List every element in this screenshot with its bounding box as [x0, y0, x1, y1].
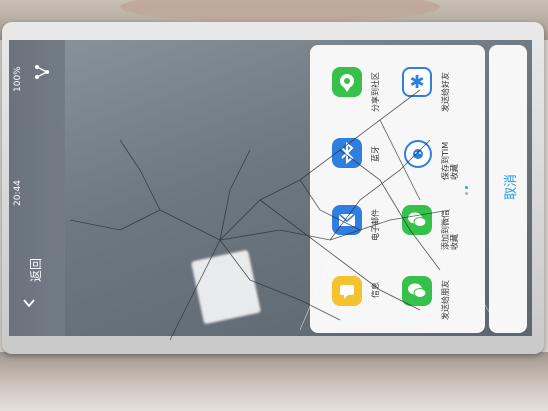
share-target-label: 发送给朋友 [441, 280, 450, 320]
back-arrow-icon[interactable] [22, 296, 36, 310]
chat-bubble-pin-icon [332, 67, 362, 97]
page-dot-active [465, 186, 468, 189]
photo-background-bottom [0, 352, 548, 411]
tim-icon [404, 140, 432, 168]
share-target-label: 添加到微信 收藏 [441, 210, 459, 250]
share-target-label: 电子邮件 [371, 209, 380, 241]
wechat-icon [402, 276, 432, 306]
asterisk-icon: ✱ [402, 67, 432, 97]
share-target-label: 发送给好友 [441, 72, 450, 112]
light-glare [190, 249, 262, 325]
wechat-icon [402, 205, 432, 235]
page-dot [465, 192, 468, 195]
bluetooth-icon [332, 138, 362, 168]
share-icon[interactable] [34, 64, 50, 80]
mail-icon [332, 205, 362, 235]
message-icon [332, 276, 362, 306]
share-target-label: 信息 [371, 282, 380, 298]
cancel-button[interactable]: 取消 [500, 174, 519, 200]
clock: 20:44 [13, 180, 23, 206]
svg-text:✱: ✱ [409, 72, 424, 93]
share-target-label: 保存到TIM 收藏 [441, 141, 459, 180]
battery-status: 100% [13, 66, 23, 92]
back-button[interactable]: 返回 [27, 258, 44, 282]
share-target-label: 蓝牙 [371, 146, 380, 162]
share-target-label: 分享到社区 [371, 72, 380, 112]
